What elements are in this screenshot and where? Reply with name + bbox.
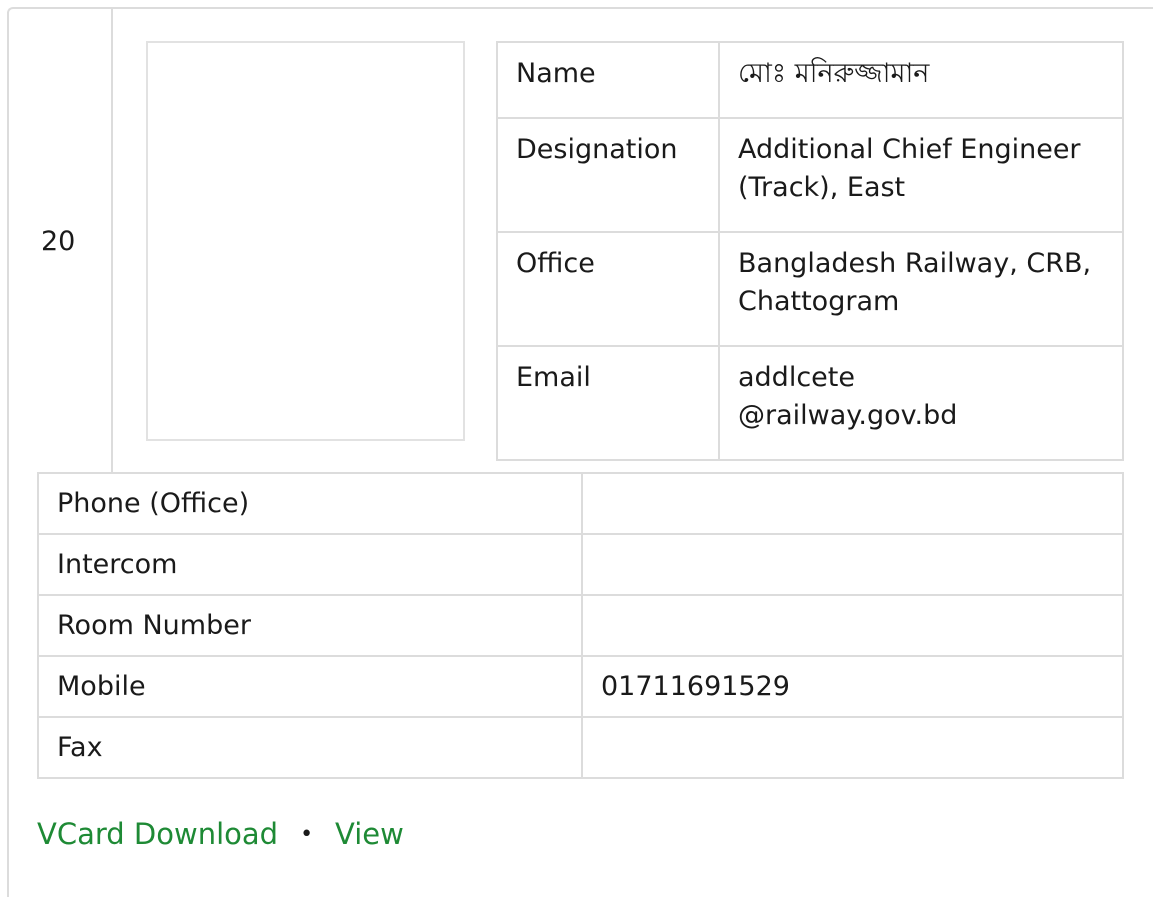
- contact-row-fax: Fax: [37, 716, 1124, 779]
- vcard-download-link[interactable]: VCard Download: [37, 817, 278, 851]
- mobile-label: Mobile: [37, 655, 583, 718]
- info-row-email: Email addlcete @railway.gov.bd: [496, 345, 1124, 461]
- entry-index-number: 20: [41, 226, 76, 257]
- contact-row-intercom: Intercom: [37, 533, 1124, 596]
- name-value: মোঃ মনিরুজ্জামান: [718, 41, 1124, 119]
- email-domain: @railway.gov.bd: [738, 400, 958, 431]
- fax-label: Fax: [37, 716, 583, 779]
- info-table: Name মোঃ মনিরুজ্জামান Designation Additi…: [496, 41, 1124, 461]
- email-label: Email: [496, 345, 720, 461]
- room-number-value: [581, 594, 1124, 657]
- index-column-divider: [111, 9, 113, 473]
- intercom-value: [581, 533, 1124, 596]
- intercom-label: Intercom: [37, 533, 583, 596]
- contact-row-mobile: Mobile 01711691529: [37, 655, 1124, 718]
- email-user: addlcete: [738, 362, 855, 393]
- office-value: Bangladesh Railway, CRB, Chattogram: [718, 231, 1124, 347]
- contact-row-phone-office: Phone (Office): [37, 472, 1124, 535]
- name-label: Name: [496, 41, 720, 119]
- room-number-label: Room Number: [37, 594, 583, 657]
- phone-office-label: Phone (Office): [37, 472, 583, 535]
- view-link[interactable]: View: [335, 817, 404, 851]
- link-separator: •: [300, 822, 314, 847]
- phone-office-value: [581, 472, 1124, 535]
- mobile-value: 01711691529: [581, 655, 1124, 718]
- designation-value: Additional Chief Engineer (Track), East: [718, 117, 1124, 233]
- contact-row-room-number: Room Number: [37, 594, 1124, 657]
- fax-value: [581, 716, 1124, 779]
- entry-links: VCard Download • View: [37, 814, 404, 855]
- info-row-designation: Designation Additional Chief Engineer (T…: [496, 117, 1124, 233]
- designation-label: Designation: [496, 117, 720, 233]
- profile-photo: [146, 41, 465, 441]
- info-row-name: Name মোঃ মনিরুজ্জামান: [496, 41, 1124, 119]
- contact-table: Phone (Office) Intercom Room Number Mobi…: [37, 472, 1124, 779]
- email-value: addlcete @railway.gov.bd: [718, 345, 1124, 461]
- info-row-office: Office Bangladesh Railway, CRB, Chattogr…: [496, 231, 1124, 347]
- office-label: Office: [496, 231, 720, 347]
